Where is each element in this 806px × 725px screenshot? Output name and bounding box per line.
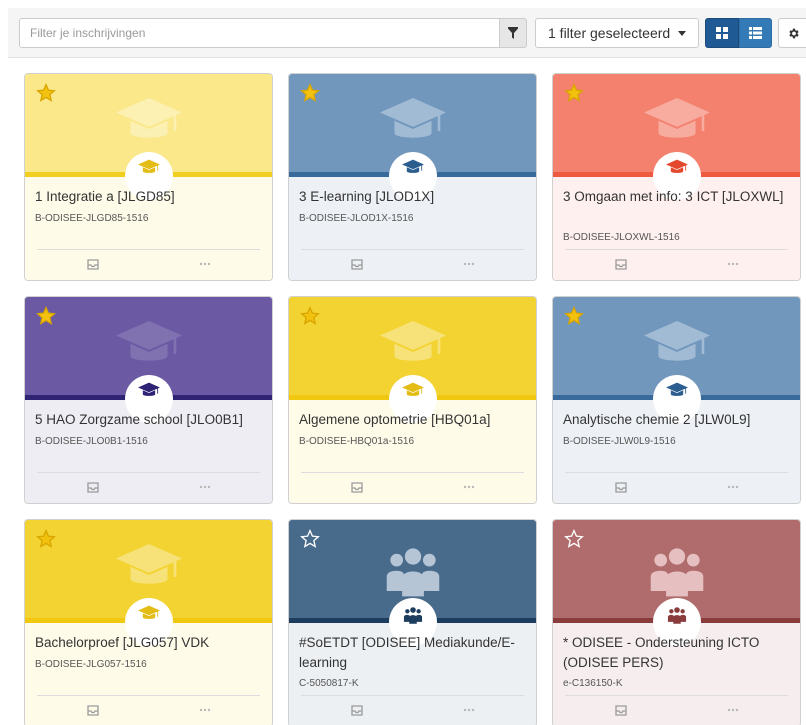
graduation-cap-icon: [115, 542, 182, 598]
graduation-cap-icon: [401, 382, 424, 404]
course-card[interactable]: Analytische chemie 2 [JLW0L9] B-ODISEE-JL…: [552, 296, 801, 504]
inbox-icon[interactable]: [87, 257, 99, 275]
group-icon: [384, 542, 442, 605]
star-filled-icon[interactable]: [36, 83, 56, 103]
course-card[interactable]: Algemene optometrie [HBQ01a] B-ODISEE-HBQ…: [288, 296, 537, 504]
group-icon: [667, 605, 687, 630]
course-card[interactable]: Bachelorproef [JLG057] VDK B-ODISEE-JLG05…: [24, 519, 273, 725]
card-title[interactable]: 3 E-learning [JLOD1X]: [299, 187, 531, 207]
inbox-icon[interactable]: [87, 703, 99, 721]
graduation-cap-icon: [665, 382, 688, 404]
more-options-icon[interactable]: [199, 258, 211, 269]
star-filled-icon[interactable]: [300, 306, 320, 326]
caret-down-icon: [678, 30, 687, 36]
more-options-icon[interactable]: [727, 704, 739, 715]
group-icon: [648, 542, 706, 605]
card-code: C-5050817-K: [299, 678, 359, 689]
more-options-icon[interactable]: [463, 704, 475, 715]
card-code: B-ODISEE-HBQ01a-1516: [299, 436, 415, 447]
course-card[interactable]: 5 HAO Zorgzame school [JLO0B1] B-ODISEE-J…: [24, 296, 273, 504]
card-divider: [37, 249, 260, 250]
group-icon: [403, 605, 423, 630]
course-card[interactable]: * ODISEE - Ondersteuning ICTO (ODISEE PE…: [552, 519, 801, 725]
card-divider: [301, 472, 524, 473]
more-options-icon[interactable]: [463, 481, 475, 492]
card-title[interactable]: 1 Integratie a [JLGD85]: [35, 187, 267, 207]
graduation-cap-icon: [115, 319, 182, 375]
card-code: B-ODISEE-JLOXWL-1516: [563, 232, 680, 243]
course-card[interactable]: 1 Integratie a [JLGD85] B-ODISEE-JLGD85-1…: [24, 73, 273, 281]
search-input[interactable]: [19, 18, 500, 48]
graduation-cap-icon: [401, 159, 424, 181]
card-code: B-ODISEE-JLOD1X-1516: [299, 213, 414, 224]
inbox-icon[interactable]: [615, 703, 627, 721]
list-icon: [749, 27, 762, 39]
gear-icon: [789, 28, 799, 38]
inbox-icon[interactable]: [351, 480, 363, 498]
inbox-icon[interactable]: [615, 480, 627, 498]
graduation-cap-icon: [643, 96, 710, 152]
card-title[interactable]: Bachelorproef [JLG057] VDK: [35, 633, 267, 653]
star-filled-icon[interactable]: [36, 529, 56, 549]
card-divider: [565, 695, 788, 696]
star-outline-icon[interactable]: [300, 529, 320, 549]
card-title[interactable]: Analytische chemie 2 [JLW0L9]: [563, 410, 795, 430]
graduation-cap-icon: [643, 319, 710, 375]
graduation-cap-icon: [115, 96, 182, 152]
more-options-icon[interactable]: [199, 481, 211, 492]
card-title[interactable]: Algemene optometrie [HBQ01a]: [299, 410, 531, 430]
card-code: B-ODISEE-JLG057-1516: [35, 659, 147, 670]
inbox-icon[interactable]: [87, 480, 99, 498]
inbox-icon[interactable]: [351, 257, 363, 275]
star-filled-icon[interactable]: [564, 83, 584, 103]
star-filled-icon[interactable]: [564, 306, 584, 326]
card-code: B-ODISEE-JLGD85-1516: [35, 213, 149, 224]
card-divider: [565, 249, 788, 250]
list-view-button[interactable]: [739, 18, 772, 48]
course-card[interactable]: 3 E-learning [JLOD1X] B-ODISEE-JLOD1X-151…: [288, 73, 537, 281]
more-options-icon[interactable]: [727, 258, 739, 269]
filter-dropdown-label: 1 filter geselecteerd: [548, 25, 671, 41]
inbox-icon[interactable]: [351, 703, 363, 721]
settings-button[interactable]: [778, 18, 806, 48]
star-outline-icon[interactable]: [564, 529, 584, 549]
card-code: e-C136150-K: [563, 678, 623, 689]
card-divider: [565, 472, 788, 473]
more-options-icon[interactable]: [727, 481, 739, 492]
card-title[interactable]: * ODISEE - Ondersteuning ICTO (ODISEE PE…: [563, 633, 795, 673]
card-divider: [301, 249, 524, 250]
graduation-cap-icon: [665, 159, 688, 181]
card-divider: [37, 695, 260, 696]
card-code: B-ODISEE-JLO0B1-1516: [35, 436, 148, 447]
star-filled-icon[interactable]: [36, 306, 56, 326]
card-divider: [37, 472, 260, 473]
card-title[interactable]: 3 Omgaan met info: 3 ICT [JLOXWL]: [563, 187, 795, 207]
filter-button[interactable]: [499, 18, 527, 48]
graduation-cap-icon: [379, 319, 446, 375]
funnel-icon: [508, 27, 518, 39]
graduation-cap-icon: [379, 96, 446, 152]
filter-dropdown[interactable]: 1 filter geselecteerd: [535, 18, 699, 48]
graduation-cap-icon: [137, 159, 160, 181]
graduation-cap-icon: [137, 382, 160, 404]
more-options-icon[interactable]: [463, 258, 475, 269]
card-code: B-ODISEE-JLW0L9-1516: [563, 436, 676, 447]
card-title[interactable]: 5 HAO Zorgzame school [JLO0B1]: [35, 410, 267, 430]
inbox-icon[interactable]: [615, 257, 627, 275]
course-card[interactable]: #SoETDT [ODISEE] Mediakunde/E-learning C-…: [288, 519, 537, 725]
card-divider: [301, 695, 524, 696]
more-options-icon[interactable]: [199, 704, 211, 715]
toolbar: 1 filter geselecteerd: [8, 8, 806, 58]
card-title[interactable]: #SoETDT [ODISEE] Mediakunde/E-learning: [299, 633, 531, 673]
graduation-cap-icon: [137, 605, 160, 627]
grid-icon: [716, 27, 728, 39]
star-filled-icon[interactable]: [300, 83, 320, 103]
grid-view-button[interactable]: [705, 18, 739, 48]
course-card[interactable]: 3 Omgaan met info: 3 ICT [JLOXWL] B-ODISE…: [552, 73, 801, 281]
